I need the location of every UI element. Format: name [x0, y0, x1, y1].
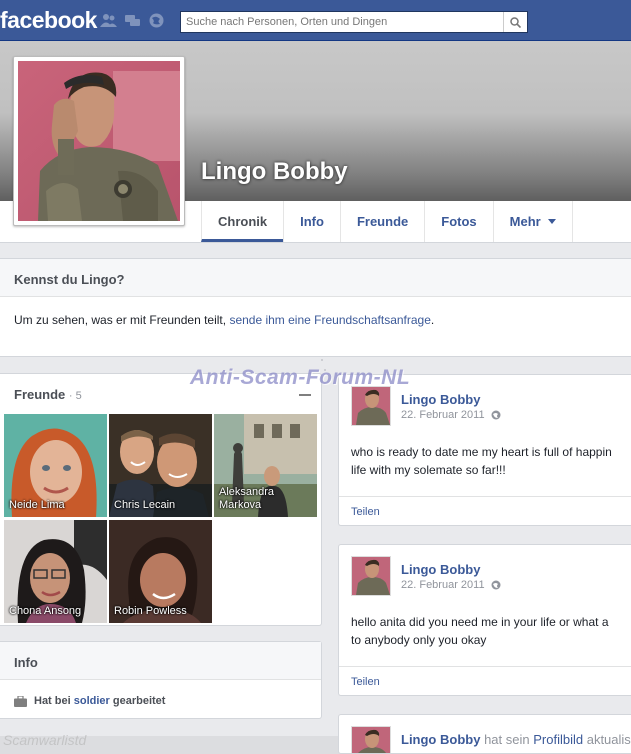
- facebook-logo[interactable]: facebook: [0, 7, 97, 34]
- timeline-post: Lingo Bobby 22. Februar 2011 hello anita…: [338, 544, 631, 696]
- post-line: to anybody only you okay: [351, 633, 487, 647]
- post-author-line: Lingo Bobby hat sein Profilbild aktualis…: [401, 732, 631, 747]
- post-text: hello anita did you need me in your life…: [351, 613, 631, 649]
- profile-name: Lingo Bobby: [201, 158, 348, 185]
- friend-tile[interactable]: Chris Lecain: [109, 414, 212, 517]
- chevron-down-icon: [547, 219, 556, 224]
- share-link[interactable]: Teilen: [339, 496, 631, 525]
- work-link[interactable]: soldier: [74, 695, 110, 707]
- friend-request-link[interactable]: sende ihm eine Freundschaftsanfrage: [229, 313, 430, 327]
- avatar-photo: [352, 727, 390, 753]
- know-title: Kennst du Lingo?: [0, 259, 631, 297]
- friends-count: · 5: [68, 390, 82, 402]
- work-prefix: Hat bei: [34, 695, 71, 707]
- post-date[interactable]: 22. Februar 2011: [401, 579, 501, 591]
- post-date-text: 22. Februar 2011: [401, 409, 485, 421]
- friend-name: Chona Ansong: [9, 605, 82, 617]
- post-avatar[interactable]: [351, 386, 391, 426]
- post-date[interactable]: 22. Februar 2011: [401, 409, 501, 421]
- friends-title[interactable]: Freunde · 5: [14, 387, 82, 402]
- share-link[interactable]: Teilen: [339, 666, 631, 695]
- friend-tile[interactable]: Chona Ansong: [4, 520, 107, 623]
- friend-requests-icon[interactable]: [100, 13, 117, 28]
- tab-chronik[interactable]: Chronik: [201, 201, 284, 242]
- post-date-text: 22. Februar 2011: [401, 579, 485, 591]
- search-button[interactable]: [503, 12, 527, 32]
- post-author[interactable]: Lingo Bobby: [401, 392, 480, 407]
- profile-photo: [18, 61, 180, 221]
- friends-title-label: Freunde: [14, 387, 66, 402]
- briefcase-icon: [14, 695, 27, 707]
- know-body: Um zu sehen, was er mit Freunden teilt, …: [0, 297, 631, 327]
- friend-name: Aleksandra Markova: [219, 486, 275, 511]
- post-line: who is ready to date me my heart is full…: [351, 445, 612, 459]
- profile-picture[interactable]: [13, 56, 185, 226]
- work-suffix: gearbeitet: [112, 695, 166, 707]
- know-text: Um zu sehen, was er mit Freunden teilt,: [14, 313, 227, 327]
- tab-freunde[interactable]: Freunde: [339, 201, 424, 242]
- friend-name: Neide Lima: [9, 499, 65, 511]
- post-text: who is ready to date me my heart is full…: [351, 443, 631, 479]
- friend-tile[interactable]: Aleksandra Markova: [214, 414, 317, 517]
- work-row: Hat bei soldier gearbeitet: [14, 695, 165, 707]
- post-line: life with my solemate so far!!!: [351, 463, 506, 477]
- friend-name: Robin Powless: [114, 605, 187, 617]
- post-author[interactable]: Lingo Bobby: [401, 562, 480, 577]
- tab-mehr[interactable]: Mehr: [492, 201, 573, 242]
- friend-name: Chris Lecain: [114, 499, 176, 511]
- friends-card: Freunde · 5 Neide Lima Chris Lecain Alek…: [0, 373, 322, 626]
- search-icon: [510, 16, 521, 28]
- post-avatar[interactable]: [351, 726, 391, 753]
- top-bar: facebook: [0, 0, 631, 41]
- messages-icon[interactable]: [124, 13, 141, 28]
- post-avatar[interactable]: [351, 556, 391, 596]
- jewel-icons: [100, 13, 165, 28]
- timeline-post: Lingo Bobby hat sein Profilbild aktualis…: [338, 714, 631, 754]
- info-title: Info: [0, 642, 321, 680]
- friend-tile[interactable]: Robin Powless: [109, 520, 212, 623]
- search-box: [180, 11, 528, 33]
- globe-icon: [491, 410, 501, 420]
- post-line: hello anita did you need me in your life…: [351, 615, 609, 629]
- friend-tile[interactable]: Neide Lima: [4, 414, 107, 517]
- notifications-icon[interactable]: [148, 13, 165, 28]
- post-action-end: aktualisiert: [586, 732, 631, 747]
- know-end: .: [430, 313, 435, 327]
- corner-watermark: Scamwarlistd: [3, 732, 87, 748]
- collapse-icon[interactable]: [299, 394, 311, 396]
- post-author[interactable]: Lingo Bobby: [401, 732, 480, 747]
- tab-mehr-label: Mehr: [509, 214, 541, 229]
- profile-picture-link[interactable]: Profilbild: [533, 732, 583, 747]
- info-card: Info Hat bei soldier gearbeitet: [0, 641, 322, 719]
- tab-fotos[interactable]: Fotos: [424, 201, 492, 242]
- avatar-photo: [352, 387, 390, 425]
- post-action: hat sein: [484, 732, 530, 747]
- search-input[interactable]: [181, 12, 501, 32]
- globe-icon: [491, 580, 501, 590]
- know-card: Kennst du Lingo? Um zu sehen, was er mit…: [0, 258, 631, 357]
- tab-info[interactable]: Info: [283, 201, 340, 242]
- avatar-photo: [352, 557, 390, 595]
- watermark: Anti-Scam-Forum-NL: [190, 366, 411, 389]
- timeline-post: Lingo Bobby 22. Februar 2011 who is read…: [338, 374, 631, 526]
